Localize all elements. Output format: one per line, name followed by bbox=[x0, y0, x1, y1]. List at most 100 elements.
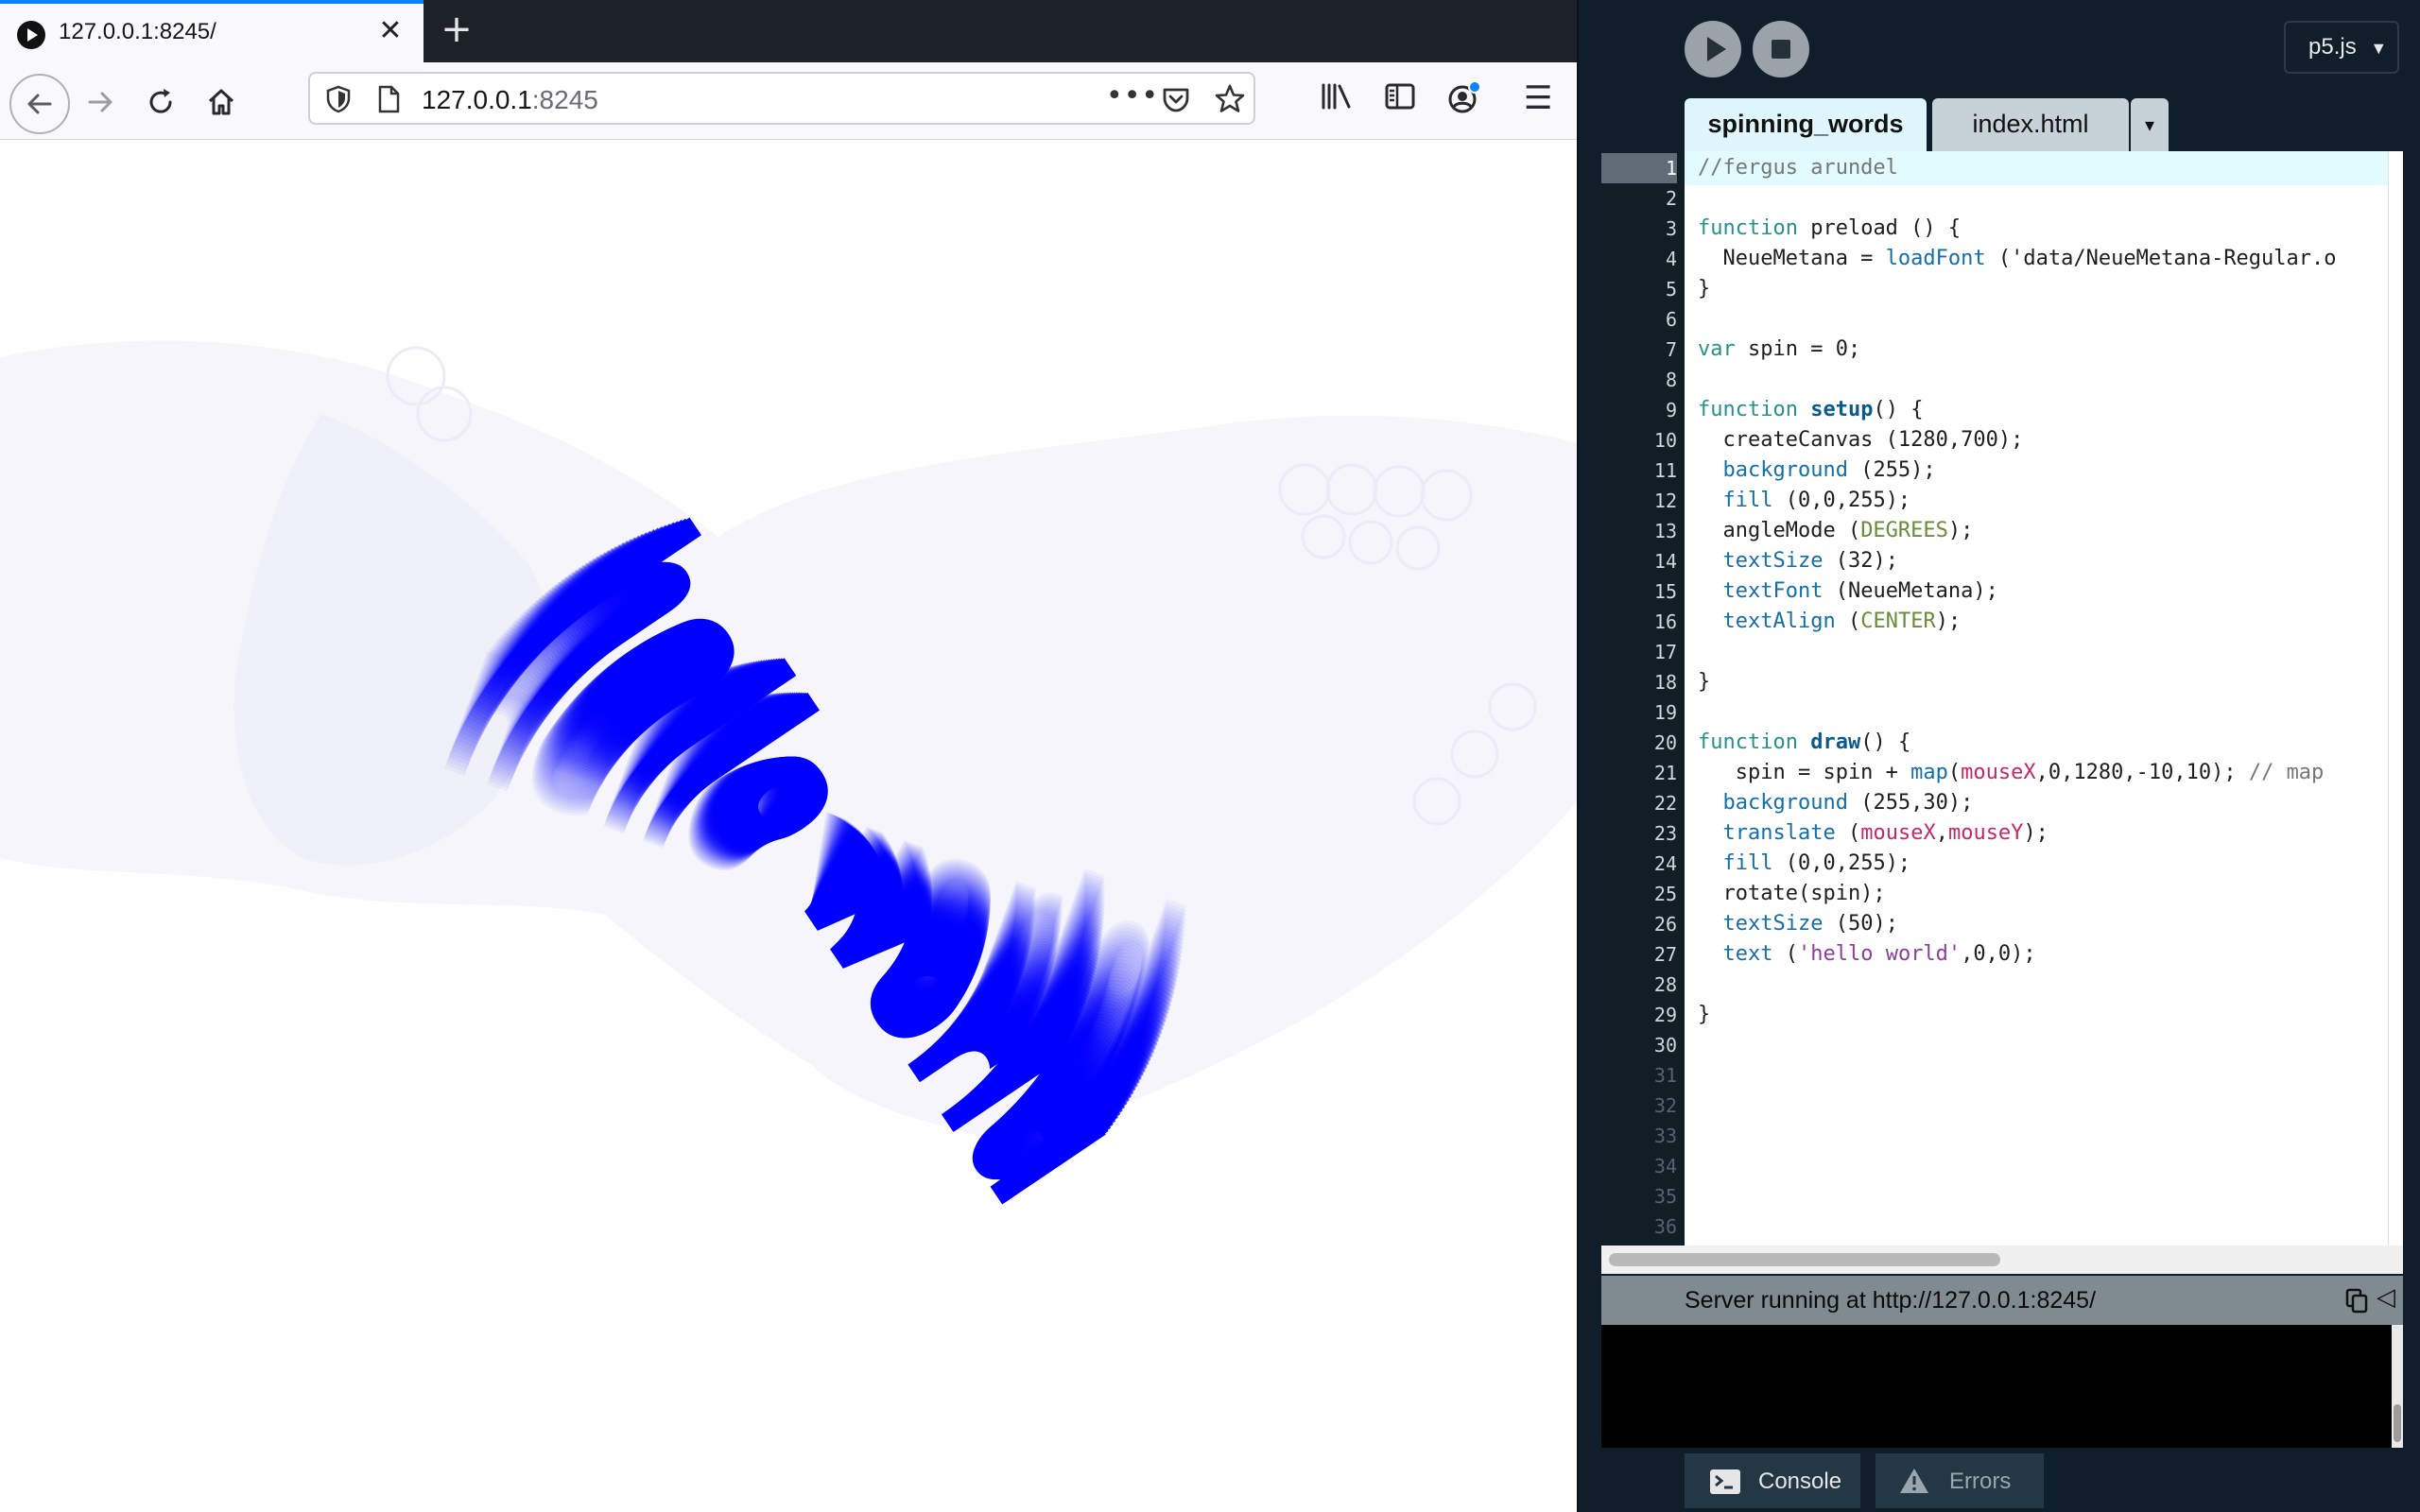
line-number: 6 bbox=[1665, 308, 1677, 331]
line-number: 28 bbox=[1653, 973, 1677, 996]
more-actions-icon[interactable]: ••• bbox=[1106, 79, 1159, 112]
editor-app: p5.js ▼ spinning_words index.html ▾ 1234… bbox=[1577, 0, 2420, 1512]
line-number: 8 bbox=[1665, 369, 1677, 391]
line-number: 26 bbox=[1653, 913, 1677, 936]
horizontal-scrollbar[interactable] bbox=[1601, 1246, 2403, 1274]
home-icon bbox=[208, 89, 234, 115]
vertical-scrollbar[interactable] bbox=[2388, 151, 2403, 1246]
console-scrollbar[interactable] bbox=[2392, 1325, 2403, 1448]
code-editor[interactable]: //fergus arundel function preload () { Ne… bbox=[1685, 151, 2388, 1246]
code-line[interactable]: textSize (32); bbox=[1698, 546, 1898, 576]
tabs-dropdown-icon[interactable]: ▾ bbox=[2131, 98, 2169, 151]
horizontal-scroll-thumb[interactable] bbox=[1609, 1253, 2000, 1266]
back-button[interactable] bbox=[9, 74, 70, 134]
line-number: 2 bbox=[1665, 187, 1677, 210]
line-number: 22 bbox=[1653, 792, 1677, 815]
server-status-text: Server running at http://127.0.0.1:8245/ bbox=[1685, 1287, 2097, 1314]
code-line[interactable]: textFont (NeueMetana); bbox=[1698, 576, 1998, 607]
page-icon[interactable] bbox=[376, 85, 401, 113]
warning-icon bbox=[1900, 1469, 1928, 1493]
code-line[interactable]: translate (mouseX,mouseY); bbox=[1698, 818, 2048, 849]
library-select[interactable]: p5.js ▼ bbox=[2284, 21, 2399, 74]
line-number-gutter: 1 2 3 4 5 6 7 8 9 10 11 12 13 14 15 16 17 18 19 20 21 22 23 24 2… bbox=[1601, 151, 1683, 1246]
code-line[interactable]: } bbox=[1698, 667, 1710, 697]
tab-index-html[interactable]: index.html bbox=[1932, 98, 2129, 151]
chevron-down-icon: ▼ bbox=[2370, 39, 2388, 58]
reload-button[interactable] bbox=[134, 76, 187, 129]
line-number: 33 bbox=[1653, 1125, 1677, 1147]
library-icon[interactable] bbox=[1320, 81, 1354, 112]
line-number: 10 bbox=[1653, 429, 1677, 452]
line-number: 21 bbox=[1653, 762, 1677, 784]
account-icon[interactable] bbox=[1444, 79, 1482, 117]
line-number: 35 bbox=[1653, 1185, 1677, 1208]
stop-button[interactable] bbox=[1753, 21, 1809, 77]
pocket-icon[interactable] bbox=[1161, 85, 1191, 115]
line-number: 23 bbox=[1653, 822, 1677, 845]
line-number: 36 bbox=[1653, 1215, 1677, 1238]
console-output bbox=[1601, 1325, 2403, 1448]
collapse-console-icon[interactable]: ◁ bbox=[2377, 1283, 2395, 1312]
code-line[interactable]: fill (0,0,255); bbox=[1698, 486, 1911, 516]
tab-strip: 127.0.0.1:8245/ ✕ + bbox=[0, 0, 1577, 62]
console-header: Server running at http://127.0.0.1:8245/… bbox=[1601, 1276, 2403, 1325]
line-number: 31 bbox=[1653, 1064, 1677, 1087]
code-line[interactable]: fill (0,0,255); bbox=[1698, 849, 1911, 879]
code-line[interactable]: spin = spin + map(mouseX,0,1280,-10,10);… bbox=[1698, 758, 2325, 788]
url-text[interactable]: 127.0.0.1:8245 bbox=[422, 85, 598, 115]
hamburger-menu-icon[interactable]: ☰ bbox=[1524, 79, 1552, 117]
play-favicon-icon bbox=[17, 21, 45, 49]
tab-console[interactable]: Console bbox=[1685, 1453, 1860, 1508]
line-number: 30 bbox=[1653, 1034, 1677, 1057]
line-number: 17 bbox=[1653, 641, 1677, 663]
home-button[interactable] bbox=[195, 76, 248, 129]
code-line[interactable]: function draw() { bbox=[1698, 728, 1910, 758]
new-tab-button[interactable]: + bbox=[437, 9, 476, 49]
line-number: 20 bbox=[1653, 731, 1677, 754]
code-line[interactable]: background (255,30); bbox=[1698, 788, 1974, 818]
code-line[interactable]: function preload () { bbox=[1698, 214, 1961, 244]
code-line[interactable]: textSize (50); bbox=[1698, 909, 1898, 939]
line-number: 1 bbox=[1601, 153, 1677, 183]
forward-button[interactable] bbox=[74, 76, 127, 129]
code-line[interactable]: text ('hello world',0,0); bbox=[1698, 939, 2036, 970]
line-number: 15 bbox=[1653, 580, 1677, 603]
copy-icon[interactable] bbox=[2344, 1287, 2369, 1314]
line-number: 4 bbox=[1665, 248, 1677, 270]
code-line[interactable]: var spin = 0; bbox=[1698, 335, 1860, 365]
tab-title: 127.0.0.1:8245/ bbox=[59, 19, 216, 44]
line-number: 5 bbox=[1665, 278, 1677, 301]
console-tab-label: Console bbox=[1758, 1469, 1842, 1494]
code-line[interactable]: background (255); bbox=[1698, 455, 1936, 486]
bookmark-star-icon[interactable] bbox=[1214, 83, 1246, 115]
code-line[interactable]: createCanvas (1280,700); bbox=[1698, 425, 2023, 455]
terminal-icon bbox=[1710, 1469, 1740, 1494]
browser-tab[interactable]: 127.0.0.1:8245/ ✕ bbox=[0, 0, 424, 62]
arrow-right-icon bbox=[88, 92, 112, 112]
close-tab-icon[interactable]: ✕ bbox=[374, 15, 406, 47]
tab-errors[interactable]: Errors bbox=[1876, 1453, 2044, 1508]
tab-spinning-words[interactable]: spinning_words bbox=[1685, 98, 1927, 151]
navigation-toolbar: 127.0.0.1:8245 ••• ☰ bbox=[0, 62, 1577, 140]
shield-icon[interactable] bbox=[325, 85, 352, 113]
line-number: 13 bbox=[1653, 520, 1677, 542]
line-number: 3 bbox=[1665, 217, 1677, 240]
code-line[interactable]: angleMode (DEGREES); bbox=[1698, 516, 1973, 546]
code-line[interactable]: rotate(spin); bbox=[1698, 879, 1885, 909]
code-line[interactable]: } bbox=[1698, 1000, 1710, 1030]
browser-window: 127.0.0.1:8245/ ✕ + 127.0.0.1:8245 ••• ☰… bbox=[0, 0, 1577, 1512]
spinning-text-render: hello worldhello worldhello worldhello w… bbox=[421, 494, 1205, 1235]
address-bar[interactable]: 127.0.0.1:8245 ••• bbox=[308, 72, 1255, 125]
sketch-canvas[interactable]: hello world hello world hello world hello w… bbox=[0, 140, 1577, 1512]
code-line[interactable]: NeueMetana = loadFont ('data/NeueMetana-… bbox=[1698, 244, 2336, 274]
code-line[interactable]: textAlign (CENTER); bbox=[1698, 607, 1962, 637]
line-number: 32 bbox=[1653, 1094, 1677, 1117]
code-line[interactable]: } bbox=[1698, 274, 1710, 304]
code-line[interactable]: //fergus arundel bbox=[1698, 153, 1898, 183]
play-button[interactable] bbox=[1685, 21, 1741, 77]
line-number: 9 bbox=[1665, 399, 1677, 421]
sidebar-icon[interactable] bbox=[1384, 81, 1416, 112]
code-line[interactable]: function setup() { bbox=[1698, 395, 1923, 425]
line-number: 18 bbox=[1653, 671, 1677, 694]
line-number: 11 bbox=[1653, 459, 1677, 482]
